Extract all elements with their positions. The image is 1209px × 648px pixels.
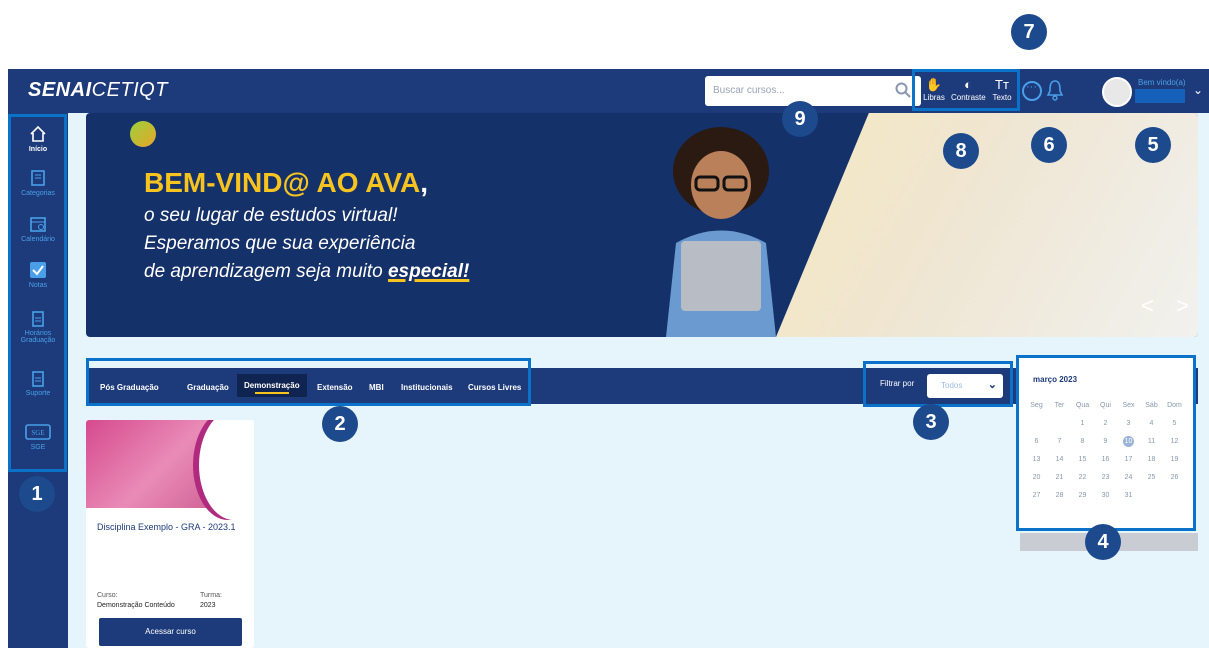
libras-button[interactable]: ✋ Libras xyxy=(917,77,951,103)
banner-line-1: o seu lugar de estudos virtual! xyxy=(144,205,398,226)
marker-9: 9 xyxy=(782,101,818,137)
course-value: Demonstração Conteúdo xyxy=(97,602,175,609)
chat-icon[interactable] xyxy=(1022,81,1042,101)
decorative-dot xyxy=(130,121,156,147)
calendar-weekday: Sex xyxy=(1122,401,1135,409)
course-label: Curso: xyxy=(97,592,118,599)
calendar-day[interactable]: 21 xyxy=(1048,474,1071,481)
calendar-day[interactable]: 17 xyxy=(1117,456,1140,463)
calendar-day[interactable]: 25 xyxy=(1140,474,1163,481)
calendar-day-today[interactable]: 10 xyxy=(1123,435,1134,447)
calendar-day[interactable]: 29 xyxy=(1071,492,1094,499)
banner-nav-arrows[interactable]: < > xyxy=(1141,293,1197,319)
calendar-day[interactable]: 13 xyxy=(1025,456,1048,463)
calendar-title: março 2023 xyxy=(1033,375,1078,384)
bell-icon[interactable] xyxy=(1046,79,1064,101)
calendar-day[interactable]: 4 xyxy=(1140,420,1163,427)
marker-8: 8 xyxy=(943,133,979,169)
banner-headline: BEM-VIND@ AO AVA, xyxy=(144,167,428,198)
marker-1: 1 xyxy=(19,476,55,512)
calendar-day[interactable]: 20 xyxy=(1025,474,1048,481)
calendar-day[interactable]: 24 xyxy=(1117,474,1140,481)
accessibility-toolbar: ✋ Libras ◐ Contraste Tт Texto xyxy=(912,69,1020,111)
turma-label: Turma: xyxy=(200,592,222,599)
calendar-row: 27 28 29 30 31 xyxy=(1025,486,1187,504)
calendar-weekday: Ter xyxy=(1054,401,1065,409)
calendar-day[interactable]: 15 xyxy=(1071,456,1094,463)
banner-photo-woman xyxy=(666,127,776,337)
course-image xyxy=(86,420,254,520)
marker-6: 6 xyxy=(1031,127,1067,163)
turma-value: 2023 xyxy=(200,602,216,609)
filter-label: Filtrar por xyxy=(880,379,915,388)
calendar-row: Seg Ter Qua Qui Sex Sáb Dom xyxy=(1025,396,1187,414)
hand-icon: ✋ xyxy=(925,77,943,92)
sidebar-highlight xyxy=(8,114,67,472)
marker-5: 5 xyxy=(1135,127,1171,163)
calendar-day[interactable]: 16 xyxy=(1094,456,1117,463)
course-card: Disciplina Exemplo - GRA - 2023.1 Curso:… xyxy=(86,420,254,648)
calendar-day[interactable]: 11 xyxy=(1140,438,1163,445)
calendar-day[interactable]: 18 xyxy=(1140,456,1163,463)
search-input[interactable]: Buscar cursos... xyxy=(705,76,921,106)
calendar-day[interactable]: 19 xyxy=(1163,456,1186,463)
top-navbar: SENAICETIQT Buscar cursos... ✋ Libras ◐ Co… xyxy=(8,69,1209,113)
calendar-day[interactable]: 31 xyxy=(1117,492,1140,499)
calendar-day[interactable]: 12 xyxy=(1163,438,1186,445)
calendar-day[interactable]: 22 xyxy=(1071,474,1094,481)
calendar-day[interactable]: 30 xyxy=(1094,492,1117,499)
calendar-grid: Seg Ter Qua Qui Sex Sáb Dom 1 2 3 4 5 6 7 8 9 10 11 12 13 14… xyxy=(1025,396,1187,504)
calendar-day[interactable]: 14 xyxy=(1048,456,1071,463)
calendar-day[interactable]: 28 xyxy=(1048,492,1071,499)
calendar-weekday: Seg xyxy=(1030,401,1043,409)
course-title: Disciplina Exemplo - GRA - 2023.1 xyxy=(97,522,236,532)
calendar-row: 12345 xyxy=(1025,414,1187,432)
filter-select[interactable]: Todos ⌄ xyxy=(927,374,1003,398)
calendar-row: 20 21 22 23 24 25 26 xyxy=(1025,468,1187,486)
calendar-day[interactable]: 26 xyxy=(1163,474,1186,481)
calendar-row: 13 14 15 16 17 18 19 xyxy=(1025,450,1187,468)
welcome-text: Bem vindo(a) xyxy=(1138,78,1186,87)
calendar-day[interactable]: 2 xyxy=(1094,420,1117,427)
text-size-icon: Tт xyxy=(995,77,1009,92)
calendar-day[interactable]: 3 xyxy=(1117,420,1140,427)
calendar-day[interactable]: 7 xyxy=(1048,438,1071,445)
search-icon[interactable] xyxy=(895,82,911,98)
calendar-weekday: Sáb xyxy=(1145,401,1158,409)
avatar[interactable] xyxy=(1102,77,1132,107)
brand-logo[interactable]: SENAICETIQT xyxy=(28,79,168,102)
text-size-button[interactable]: Tт Texto xyxy=(985,77,1019,103)
chevron-down-icon[interactable]: ⌄ xyxy=(1193,83,1203,97)
marker-3: 3 xyxy=(913,404,949,440)
marker-7: 7 xyxy=(1011,14,1047,50)
calendar-day[interactable]: 27 xyxy=(1025,492,1048,499)
calendar-weekday: Qua xyxy=(1075,401,1090,409)
marker-2: 2 xyxy=(322,406,358,442)
marker-4: 4 xyxy=(1085,524,1121,560)
page: SENAICETIQT Buscar cursos... ✋ Libras ◐ Co… xyxy=(0,0,1209,648)
calendar-day[interactable]: 1 xyxy=(1071,420,1094,427)
tabs-highlight xyxy=(86,358,531,406)
access-course-button[interactable]: Acessar curso xyxy=(99,618,242,646)
calendar-widget: março 2023 Seg Ter Qua Qui Sex Sáb Dom 1 2 3 4 5 6 7 8… xyxy=(1016,355,1196,531)
calendar-row: 6 7 8 9 10 11 12 xyxy=(1025,432,1187,450)
user-name-field xyxy=(1135,89,1185,103)
calendar-day[interactable]: 8 xyxy=(1071,438,1094,445)
calendar-weekday: Dom xyxy=(1167,401,1182,409)
calendar-weekday: Qui xyxy=(1100,401,1111,409)
search-placeholder: Buscar cursos... xyxy=(713,85,785,96)
calendar-day[interactable]: 23 xyxy=(1094,474,1117,481)
contrast-button[interactable]: ◐ Contraste xyxy=(951,77,986,103)
calendar-day[interactable]: 9 xyxy=(1094,438,1117,445)
calendar-day[interactable]: 6 xyxy=(1025,438,1048,445)
banner-line-3: de aprendizagem seja muito especial! xyxy=(144,261,470,282)
calendar-day[interactable]: 5 xyxy=(1163,420,1186,427)
banner-line-2: Esperamos que sua experiência xyxy=(144,233,416,254)
chevron-down-icon: ⌄ xyxy=(987,379,997,391)
contrast-icon: ◐ xyxy=(964,77,972,92)
